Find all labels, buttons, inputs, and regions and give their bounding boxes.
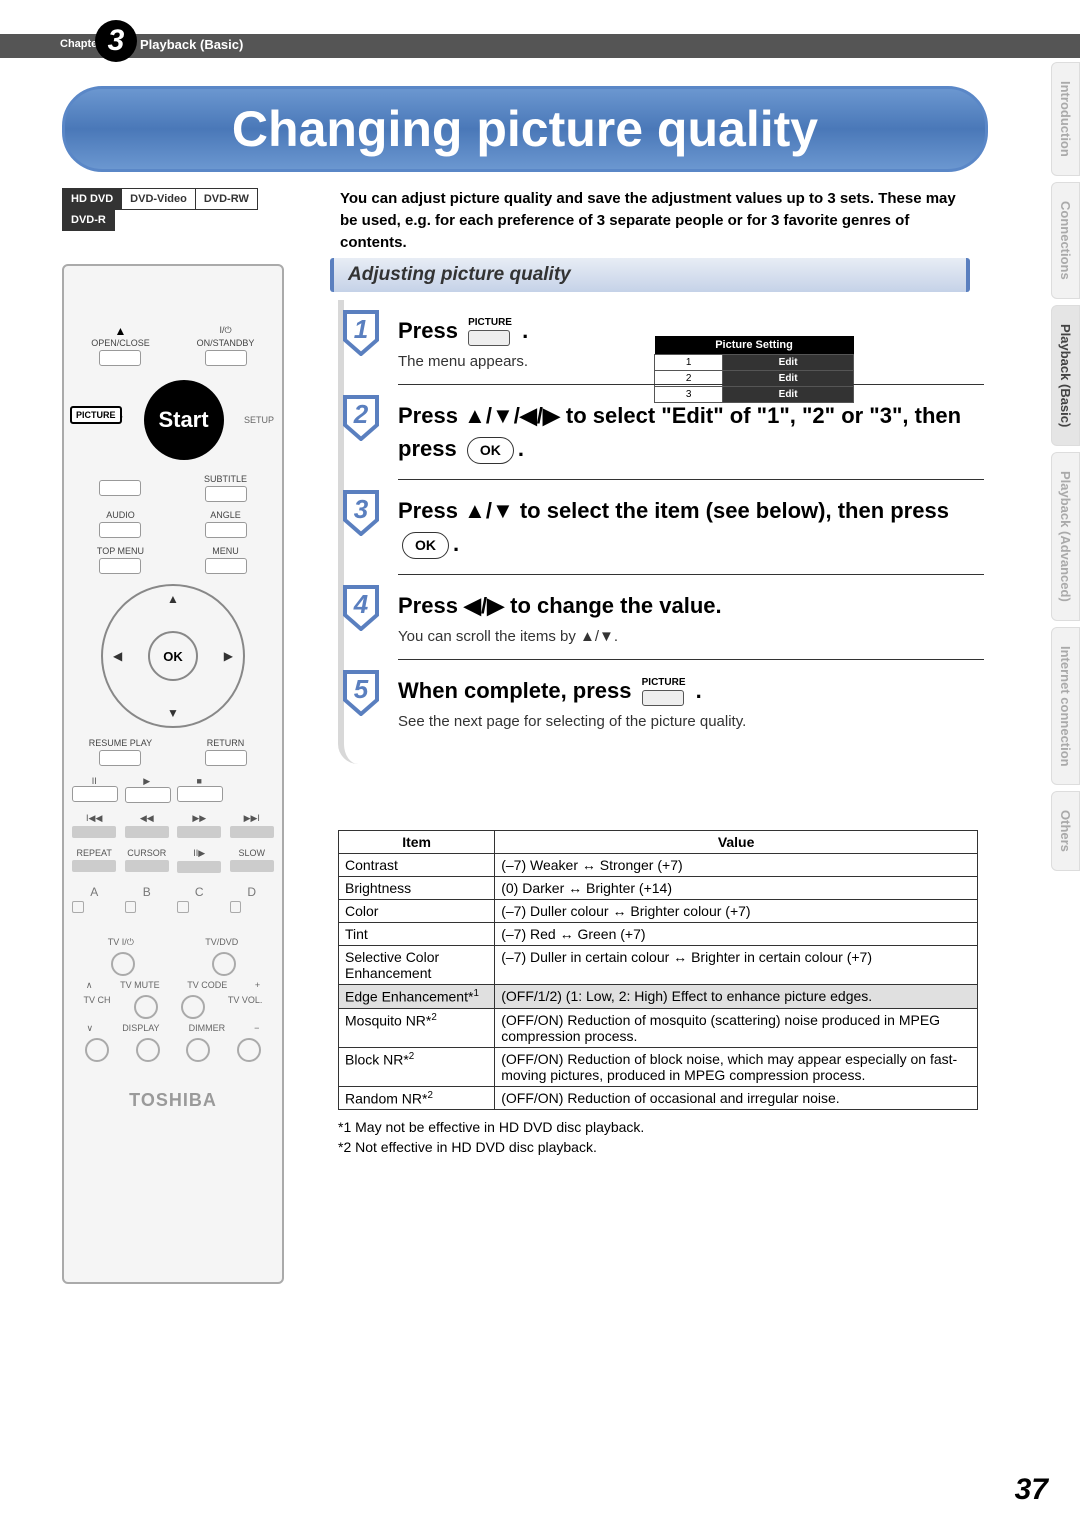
tab-playback-advanced: Playback (Advanced): [1051, 452, 1080, 621]
arrow-up-icon: ▲: [167, 592, 179, 606]
table-row: Contrast(–7) Weaker ↔ Stronger (+7): [339, 854, 978, 877]
step-3: 3 Press ▲/▼ to select the item (see belo…: [398, 479, 984, 574]
remote-angle: ANGLE: [177, 510, 274, 520]
badge-dvdrw: DVD-RW: [195, 188, 258, 210]
step-number-icon: 3: [341, 490, 381, 536]
remote-row-repeat: REPEAT CURSOR II▶ SLOW: [72, 848, 274, 873]
intro-text: You can adjust picture quality and save …: [340, 188, 960, 253]
step-5: 5 When complete, press PICTURE . See the…: [398, 659, 984, 744]
svg-text:3: 3: [354, 494, 369, 524]
disc-badges: HD DVDDVD-VideoDVD-RW DVD-R: [62, 188, 257, 231]
step-number-icon: 2: [341, 395, 381, 441]
step-number-icon: 4: [341, 585, 381, 631]
table-row: Mosquito NR*2(OFF/ON) Reduction of mosqu…: [339, 1008, 978, 1047]
remote-resume: RESUME PLAY: [72, 738, 169, 748]
table-row: Brightness(0) Darker ↔ Brighter (+14): [339, 877, 978, 900]
arrow-left-icon: ◀: [113, 649, 122, 663]
picture-label: PICTURE: [468, 317, 512, 328]
side-tabs: Introduction Connections Playback (Basic…: [1051, 62, 1080, 877]
remote-ok-button: OK: [148, 631, 198, 681]
remote-picture-label: PICTURE: [70, 406, 122, 424]
tab-introduction: Introduction: [1051, 62, 1080, 176]
table-row: Selective Color Enhancement(–7) Duller i…: [339, 946, 978, 985]
remote-topmenu: TOP MENU: [72, 546, 169, 556]
period: .: [518, 436, 524, 461]
step-2: 2 Press ▲/▼/◀/▶ to select "Edit" of "1",…: [398, 384, 984, 479]
chapter-title: Playback (Basic): [140, 37, 243, 52]
tab-internet: Internet connection: [1051, 627, 1080, 786]
th-item: Item: [339, 831, 495, 854]
step1-sub: The menu appears.: [398, 353, 984, 370]
step-number-icon: 1: [341, 310, 381, 356]
badge-dvdr: DVD-R: [62, 209, 115, 231]
remote-transport-row2: I◀◀ ◀◀ ▶▶ ▶▶I: [72, 813, 274, 838]
arrow-down-icon: ▼: [167, 706, 179, 720]
steps-list: 1 Press PICTURE . The menu appears. 2 Pr…: [338, 300, 984, 764]
remote-power-icon: I/⏻: [177, 325, 274, 336]
step4-sub: You can scroll the items by ▲/▼.: [398, 628, 984, 645]
period: .: [522, 318, 528, 343]
remote-transport-row1: II ▶ ■ .: [72, 776, 274, 803]
badge-dvdvideo: DVD-Video: [121, 188, 196, 210]
chapter-number: 3: [95, 20, 137, 62]
svg-text:2: 2: [353, 399, 369, 429]
step4-main: Press ◀/▶ to change the value.: [398, 589, 984, 622]
tab-others: Others: [1051, 791, 1080, 871]
step-1: 1 Press PICTURE . The menu appears.: [344, 300, 984, 384]
badge-hddvd: HD DVD: [62, 188, 122, 210]
step1-press: Press: [398, 318, 458, 343]
table-row: Random NR*2(OFF/ON) Reduction of occasio…: [339, 1086, 978, 1110]
table-row: Tint(–7) Red ↔ Green (+7): [339, 923, 978, 946]
remote-standby: ON/STANDBY: [177, 338, 274, 348]
svg-text:1: 1: [354, 314, 368, 344]
svg-text:4: 4: [353, 589, 369, 619]
step5-press: When complete, press: [398, 678, 632, 703]
picture-button-icon: PICTURE: [468, 318, 512, 346]
remote-menu: MENU: [177, 546, 274, 556]
table-row: Edge Enhancement*1(OFF/1/2) (1: Low, 2: …: [339, 985, 978, 1009]
remote-start-button: Start: [144, 380, 224, 460]
remote-subtitle: SUBTITLE: [177, 474, 274, 484]
remote-diagram: ▲OPEN/CLOSE I/⏻ON/STANDBY BACKLIGHT Star…: [62, 264, 284, 1284]
step5-sub: See the next page for selecting of the p…: [398, 713, 984, 730]
section-heading: Adjusting picture quality: [330, 258, 970, 292]
remote-setup: SETUP: [244, 415, 274, 425]
svg-text:5: 5: [354, 674, 369, 704]
table-row: Block NR*2(OFF/ON) Reduction of block no…: [339, 1047, 978, 1086]
step3-main: Press ▲/▼ to select the item (see below)…: [398, 498, 949, 523]
chapter-number-badge: 3: [95, 20, 137, 62]
footnotes: *1 May not be effective in HD DVD disc p…: [338, 1118, 978, 1157]
remote-letter-buttons: A B C D: [72, 885, 274, 913]
tab-connections: Connections: [1051, 182, 1080, 299]
page-title: Changing picture quality: [62, 86, 988, 172]
th-value: Value: [495, 831, 978, 854]
remote-tv-grid: TV I/⏻TV/DVD ∧TV MUTETV CODE+ TV CHTV VO…: [72, 937, 274, 1062]
remote-open: OPEN/CLOSE: [72, 338, 169, 348]
page-number: 37: [1015, 1473, 1048, 1507]
remote-return: RETURN: [177, 738, 274, 748]
period: .: [696, 678, 702, 703]
ok-button-inline: OK: [402, 532, 449, 559]
period: .: [453, 531, 459, 556]
table-row: Color(–7) Duller colour ↔ Brighter colou…: [339, 900, 978, 923]
brand-logo: TOSHIBA: [72, 1090, 274, 1111]
picture-button-icon: PICTURE: [642, 678, 686, 706]
picture-label: PICTURE: [642, 677, 686, 688]
footnote-1: *1 May not be effective in HD DVD disc p…: [338, 1118, 978, 1138]
tab-playback-basic: Playback (Basic): [1051, 305, 1080, 446]
remote-dpad: ▲ ▼ ◀ ▶ OK: [101, 584, 245, 728]
footnote-2: *2 Not effective in HD DVD disc playback…: [338, 1138, 978, 1158]
value-table: ItemValue Contrast(–7) Weaker ↔ Stronger…: [338, 830, 978, 1158]
ok-button-inline: OK: [467, 437, 514, 464]
remote-audio: AUDIO: [72, 510, 169, 520]
step-4: 4 Press ◀/▶ to change the value. You can…: [398, 574, 984, 659]
step-number-icon: 5: [341, 670, 381, 716]
arrow-right-icon: ▶: [224, 649, 233, 663]
